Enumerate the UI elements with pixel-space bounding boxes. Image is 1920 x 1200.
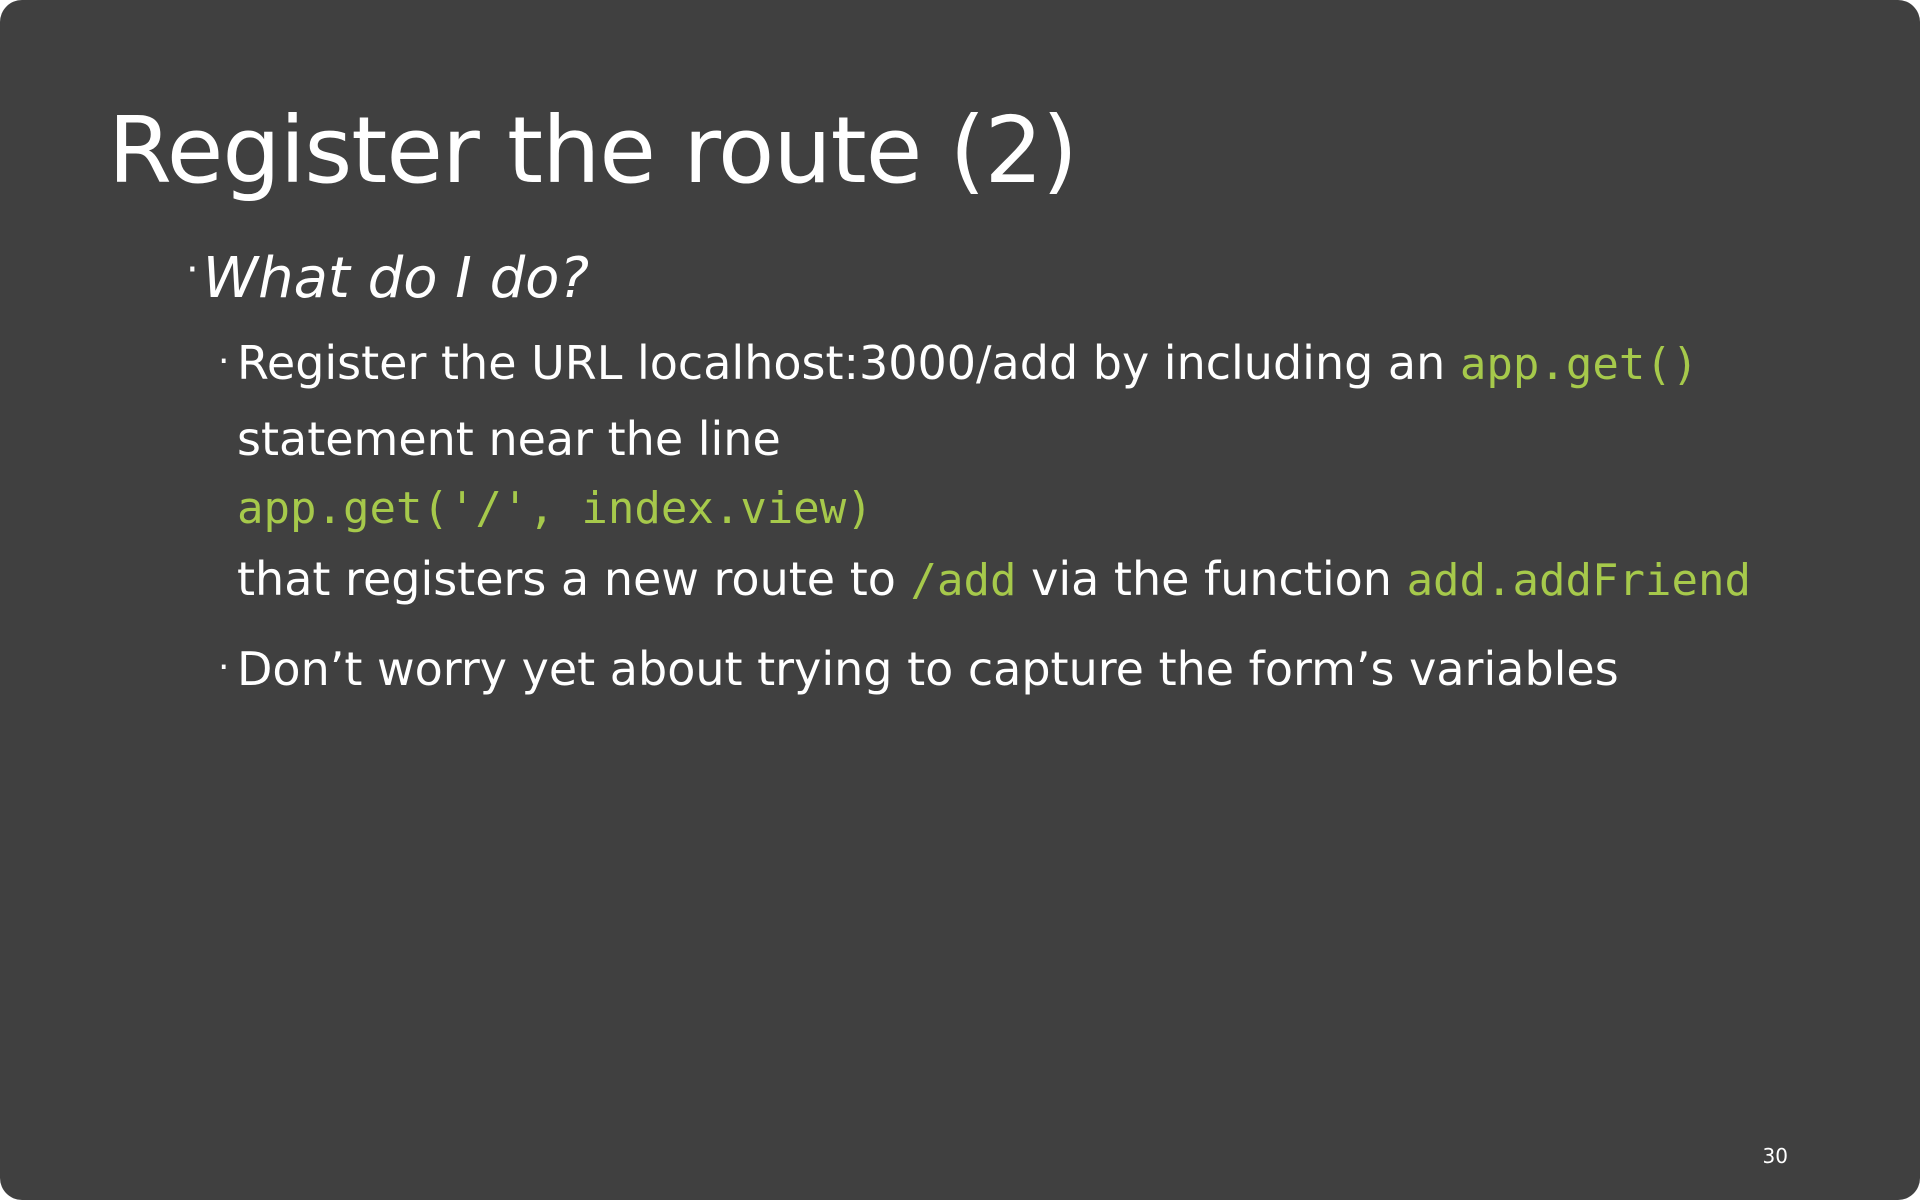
bullet-level2-line1: Register the URL localhost:3000/add by i…: [237, 338, 1698, 389]
bullet-level2-line3: app.get('/', index.view): [237, 482, 873, 533]
bullet-dot-icon: ·: [186, 247, 199, 293]
bullet-level1-text: What do I do?: [202, 246, 590, 311]
bullet-level1: ·What do I do?: [186, 248, 589, 310]
bullet-dot-icon: ·: [218, 647, 230, 688]
slide: Register the route (2) ·What do I do? · …: [0, 0, 1920, 1200]
bullet-level2-item2: Don’t worry yet about trying to capture …: [237, 644, 1619, 695]
bullet-dot-icon: ·: [218, 341, 230, 382]
page-number: 30: [1762, 1144, 1788, 1168]
code-snippet: app.get(): [1459, 339, 1699, 390]
code-snippet: add.addFriend: [1406, 555, 1751, 606]
code-snippet: /add: [910, 555, 1017, 606]
bullet-text: via the function: [1031, 552, 1392, 606]
bullet-text: statement near the line: [237, 412, 781, 466]
bullet-text: Don’t worry yet about trying to capture …: [237, 642, 1619, 696]
code-snippet: app.get('/', index.view): [237, 483, 873, 534]
bullet-text: that registers a new route to: [237, 552, 896, 606]
slide-title: Register the route (2): [108, 97, 1078, 204]
bullet-level2-line2: statement near the line: [237, 414, 781, 465]
bullet-level2-line4: that registers a new route to /add via t…: [237, 554, 1751, 605]
bullet-text: Register the URL localhost:3000/add by i…: [237, 336, 1446, 390]
